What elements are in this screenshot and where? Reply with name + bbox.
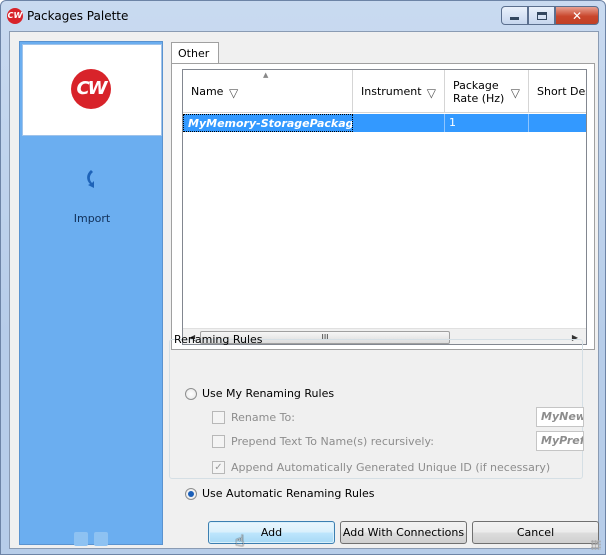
minimize-button[interactable] (501, 6, 528, 25)
use-my-renaming-rules-radio[interactable]: Use My Renaming Rules (185, 387, 334, 400)
cw-logo-icon: CW (71, 69, 111, 109)
filter-icon[interactable]: ▽ (427, 86, 436, 100)
mouse-pointer-icon: ☝ (235, 531, 245, 550)
checkmark-icon: ✓ (212, 461, 225, 474)
radio-selected-icon (185, 487, 197, 500)
checkbox-label: Rename To: (231, 411, 295, 424)
close-button[interactable]: ✕ (555, 6, 599, 25)
resize-grip-icon[interactable] (591, 540, 601, 550)
palette-item-new-acra-component[interactable]: CW New ACRA Component (22, 44, 162, 136)
tab-other[interactable]: Other (171, 42, 219, 64)
sort-ascending-icon: ▲ (263, 71, 269, 79)
column-header-name[interactable]: ▲ Name ▽ (183, 70, 353, 113)
cell-instrument[interactable] (353, 114, 445, 132)
add-button[interactable]: Add (208, 521, 335, 544)
cell-name[interactable]: MyMemory-StoragePackage (183, 114, 353, 132)
close-icon: ✕ (571, 8, 583, 23)
checkbox-icon (212, 411, 225, 424)
radio-label: Use My Renaming Rules (202, 387, 335, 400)
checkbox-label: Append Automatically Generated Unique ID… (231, 461, 551, 474)
component-palette: CW New ACRA Component Import (19, 41, 163, 546)
app-logo-icon[interactable]: CW (7, 8, 23, 24)
filter-icon[interactable]: ▽ (229, 86, 238, 100)
packages-grid: ▲ Name ▽ Instrument ▽ Package Rate (Hz) … (182, 69, 587, 345)
remove-icon[interactable] (94, 532, 108, 546)
radio-label: Use Automatic Renaming Rules (202, 487, 375, 500)
column-label: Instrument (361, 85, 422, 98)
maximize-icon (536, 11, 547, 20)
cancel-button[interactable]: Cancel (472, 521, 599, 544)
import-arrow-icon (82, 168, 98, 190)
cell-rate[interactable]: 1 (445, 114, 529, 132)
column-label: Short Descrip (537, 85, 586, 98)
checkbox-icon (212, 435, 225, 448)
renaming-rules-label: Renaming Rules (174, 333, 263, 346)
title-bar[interactable]: CW Packages Palette ✕ (1, 1, 605, 31)
grid-header: ▲ Name ▽ Instrument ▽ Package Rate (Hz) … (183, 70, 586, 113)
minimize-icon (510, 17, 519, 20)
maximize-button[interactable] (528, 6, 555, 25)
add-with-connections-button[interactable]: Add With Connections (340, 521, 467, 544)
tab-panel: ▲ Name ▽ Instrument ▽ Package Rate (Hz) … (171, 63, 595, 350)
column-label: Package Rate (Hz) (453, 78, 505, 105)
table-row[interactable]: MyMemory-StoragePackage 1 (183, 114, 586, 132)
prepend-text-field[interactable]: MyPrefix (536, 431, 584, 451)
use-automatic-renaming-rules-radio[interactable]: Use Automatic Renaming Rules (185, 487, 374, 500)
window-title: Packages Palette (27, 9, 129, 23)
radio-icon (185, 387, 197, 400)
filter-icon[interactable]: ▽ (511, 86, 520, 100)
renaming-rules-group (169, 339, 583, 479)
prepend-text-checkbox[interactable]: Prepend Text To Name(s) recursively: (212, 435, 434, 448)
checkbox-label: Prepend Text To Name(s) recursively: (231, 435, 434, 448)
add-icon[interactable] (74, 532, 88, 546)
column-header-instrument[interactable]: Instrument ▽ (353, 70, 445, 113)
column-header-short-description[interactable]: Short Descrip (529, 70, 586, 113)
rename-to-field[interactable]: MyNewN (536, 407, 584, 427)
append-unique-id-checkbox[interactable]: ✓ Append Automatically Generated Unique … (212, 461, 550, 474)
column-header-package-rate[interactable]: Package Rate (Hz) ▽ (445, 70, 529, 113)
palette-footer (74, 532, 108, 546)
palette-item-label: Import (73, 212, 111, 225)
cell-short-description[interactable] (529, 114, 586, 132)
caption-buttons: ✕ (501, 6, 599, 25)
packages-palette-window: CW Packages Palette ✕ CW New ACRA Compon… (0, 0, 606, 555)
column-label: Name (191, 85, 224, 98)
palette-item-label: New ACRA Component (30, 121, 156, 134)
rename-to-checkbox[interactable]: Rename To: (212, 411, 295, 424)
